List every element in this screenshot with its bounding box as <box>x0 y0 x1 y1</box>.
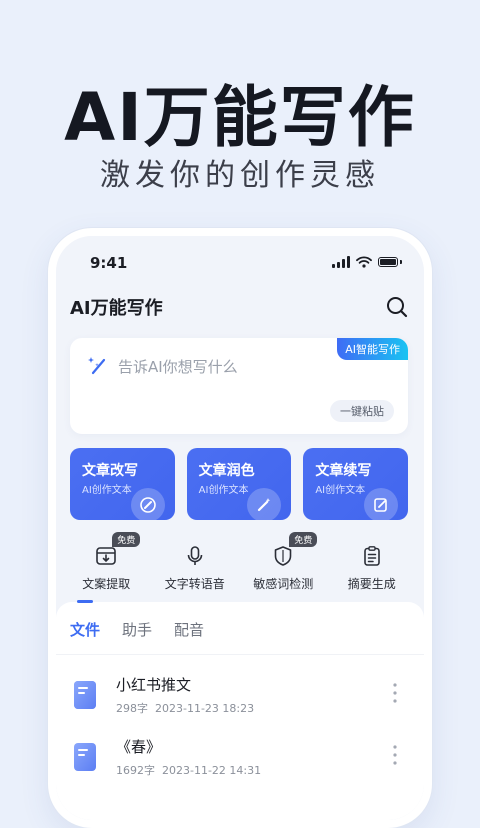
signal-icon <box>332 256 350 268</box>
file-item[interactable]: 小红书推文 298字 2023-11-23 18:23 <box>56 664 424 726</box>
tool-extract[interactable]: 免费 文案提取 <box>62 532 151 592</box>
search-button[interactable] <box>384 294 410 320</box>
battery-tip <box>400 260 402 264</box>
file-word-count: 298字 <box>116 702 148 715</box>
continue-edit-icon <box>364 488 399 520</box>
tab-label: 助手 <box>122 621 153 639</box>
app-title: AI万能写作 <box>70 298 163 319</box>
file-item[interactable]: 《春》 1692字 2023-11-22 14:31 <box>56 726 424 788</box>
tab-label: 文件 <box>70 621 101 639</box>
clipboard-icon <box>363 546 380 566</box>
file-name: 小红书推文 <box>116 676 192 694</box>
rewrite-icon <box>130 488 165 520</box>
microphone-icon <box>187 546 203 565</box>
extract-icon <box>96 547 117 565</box>
file-meta: 1692字 2023-11-22 14:31 <box>116 762 261 778</box>
file-tabs: 文件 助手 配音 <box>70 600 204 642</box>
app-screen: 9:41 AI万能写作 AI智能写作 告诉AI你想写什么 一键粘贴 文章改写 A… <box>56 236 424 820</box>
document-icon <box>74 743 96 771</box>
status-bar: 9:41 <box>90 254 402 274</box>
wifi-icon <box>356 256 372 268</box>
tool-label: 文字转语音 <box>164 577 225 591</box>
tool-label: 摘要生成 <box>347 577 396 591</box>
file-word-count: 1692字 <box>116 764 155 777</box>
tab-label: 配音 <box>174 621 205 639</box>
free-badge: 免费 <box>289 532 318 547</box>
sparkle-pen-icon <box>88 357 106 375</box>
feature-desc: AI创作文本 <box>82 485 132 496</box>
feature-rewrite-card[interactable]: 文章改写 AI创作文本 <box>70 448 175 520</box>
tool-label: 敏感词检测 <box>253 577 314 591</box>
tools-row: 免费 文案提取 文字转语音 免费 敏感词检测 摘要生成 <box>62 532 416 592</box>
feature-title: 文章续写 <box>315 463 372 479</box>
status-icons <box>332 256 402 268</box>
feature-title: 文章改写 <box>82 463 138 479</box>
feature-row: 文章改写 AI创作文本 文章润色 AI创作文本 文章续写 AI创作文本 <box>70 448 409 520</box>
paste-button[interactable]: 一键粘贴 <box>330 400 394 422</box>
prompt-input[interactable]: 告诉AI你想写什么 <box>118 356 238 377</box>
file-name: 《春》 <box>116 738 162 756</box>
tab-files[interactable]: 文件 <box>70 600 101 642</box>
ai-writing-badge: AI智能写作 <box>337 338 408 360</box>
magic-wand-icon <box>247 488 282 520</box>
shield-icon <box>274 546 292 566</box>
more-vertical-icon[interactable] <box>392 682 398 704</box>
feature-title: 文章润色 <box>198 463 255 479</box>
files-panel: 文件 助手 配音 小红书推文 298字 2023-11-23 18:23 《春》… <box>56 600 424 820</box>
tool-label: 文案提取 <box>82 577 131 591</box>
document-icon <box>74 681 96 709</box>
file-datetime: 2023-11-22 14:31 <box>162 764 262 777</box>
tool-text-to-speech[interactable]: 文字转语音 <box>151 532 240 592</box>
more-vertical-icon[interactable] <box>392 744 398 766</box>
file-datetime: 2023-11-23 18:23 <box>155 702 255 715</box>
hero-subtitle: 激发你的创作灵感 <box>100 158 380 193</box>
feature-desc: AI创作文本 <box>198 485 249 496</box>
app-header: AI万能写作 <box>70 294 410 322</box>
phone-frame: 9:41 AI万能写作 AI智能写作 告诉AI你想写什么 一键粘贴 文章改写 A… <box>48 228 432 828</box>
search-icon <box>387 297 408 318</box>
feature-polish-card[interactable]: 文章润色 AI创作文本 <box>186 448 292 520</box>
tab-indicator <box>77 600 93 603</box>
tab-dubbing[interactable]: 配音 <box>174 616 204 642</box>
prompt-card[interactable]: AI智能写作 告诉AI你想写什么 一键粘贴 <box>70 338 408 434</box>
tab-assistant[interactable]: 助手 <box>122 616 152 642</box>
battery-icon <box>378 257 398 267</box>
free-badge: 免费 <box>112 532 141 547</box>
file-meta: 298字 2023-11-23 18:23 <box>116 700 254 716</box>
hero-title: AI万能写作 <box>64 79 416 156</box>
tool-summary[interactable]: 摘要生成 <box>328 532 417 592</box>
feature-continue-card[interactable]: 文章续写 AI创作文本 <box>303 448 409 520</box>
feature-desc: AI创作文本 <box>315 485 366 496</box>
tool-sensitive-check[interactable]: 免费 敏感词检测 <box>239 532 328 592</box>
tabs-divider <box>56 654 424 655</box>
status-time: 9:41 <box>90 254 128 272</box>
